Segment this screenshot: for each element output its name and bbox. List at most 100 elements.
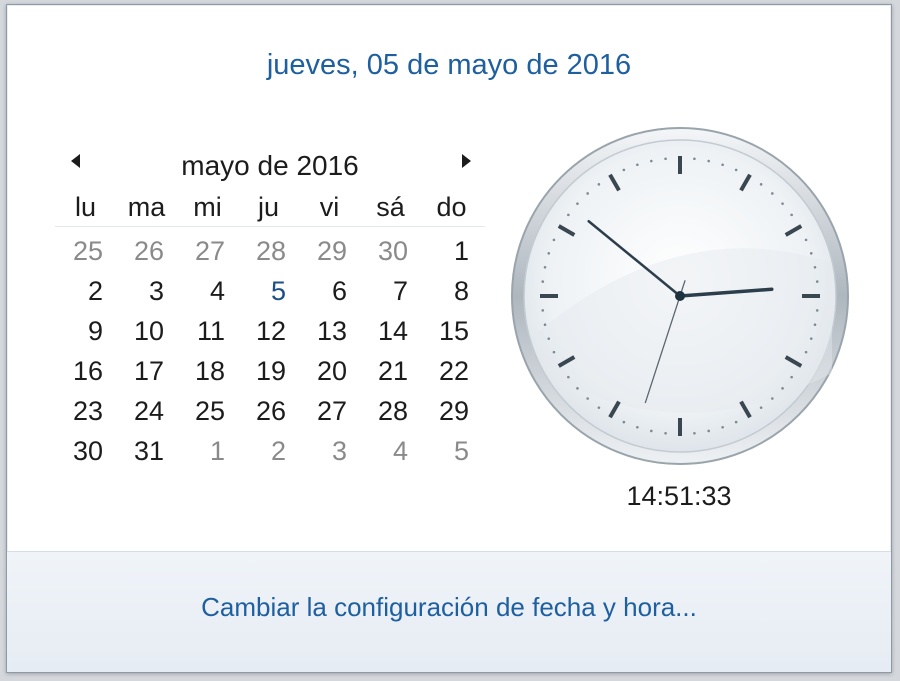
minute-dot [771, 397, 774, 400]
calendar-day[interactable]: 25 [177, 391, 238, 431]
minute-dot [650, 429, 653, 433]
calendar-day[interactable]: 10 [116, 311, 177, 351]
month-calendar: mayo de 2016 lu ma mi ju vi sá do 25 26 27 28 29 30… [55, 140, 485, 471]
minute-dot [813, 323, 817, 326]
minute-dot [636, 163, 639, 167]
minute-dot [790, 375, 793, 379]
analog-clock [511, 127, 849, 465]
next-month-button[interactable] [455, 150, 477, 172]
minute-dot [586, 397, 589, 400]
calendar-day[interactable]: 21 [360, 351, 421, 391]
calendar-day[interactable]: 18 [177, 351, 238, 391]
calendar-day[interactable]: 4 [177, 271, 238, 311]
minute-dot [707, 429, 710, 433]
minute-dot [693, 431, 696, 435]
calendar-day[interactable]: 26 [238, 391, 299, 431]
month-title[interactable]: mayo de 2016 [55, 150, 485, 182]
calendar-day[interactable]: 28 [360, 391, 421, 431]
date-time-flyout: jueves, 05 de mayo de 2016 mayo de 2016 … [6, 4, 892, 673]
minute-dot [781, 387, 784, 390]
minute-dot [567, 213, 570, 217]
calendar-day[interactable]: 29 [421, 391, 482, 431]
calendar-day[interactable]: 3 [299, 431, 360, 471]
minute-dot [804, 350, 808, 354]
calendar-day-today[interactable]: 5 [238, 271, 299, 311]
calendar-day[interactable]: 2 [55, 271, 116, 311]
calendar-day[interactable]: 6 [299, 271, 360, 311]
calendar-day[interactable]: 16 [55, 351, 116, 391]
minute-dot [815, 280, 819, 283]
calendar-day[interactable]: 13 [299, 311, 360, 351]
weekday-label: do [436, 192, 467, 222]
calendar-day[interactable]: 27 [177, 231, 238, 271]
calendar-day[interactable]: 15 [421, 311, 482, 351]
minute-dot [790, 213, 793, 217]
minute-dot [547, 337, 551, 340]
minute-dot [636, 425, 639, 429]
calendar-day[interactable]: 7 [360, 271, 421, 311]
minute-dot [734, 168, 738, 172]
calendar-day[interactable]: 14 [360, 311, 421, 351]
calendar-day[interactable]: 5 [421, 431, 482, 471]
calendar-day[interactable]: 1 [421, 231, 482, 271]
calendar-day[interactable]: 27 [299, 391, 360, 431]
minute-dot [809, 252, 813, 255]
calendar-day[interactable]: 1 [177, 431, 238, 471]
minute-dot [771, 192, 774, 195]
minute-dot [734, 420, 738, 424]
calendar-day[interactable]: 30 [360, 231, 421, 271]
minute-dot [552, 350, 556, 354]
minute-dot [541, 309, 545, 312]
weekday-label: lu [74, 192, 96, 222]
triangle-right-icon [462, 154, 471, 168]
calendar-day[interactable]: 19 [238, 351, 299, 391]
calendar-day-grid: 25 26 27 28 29 30 1 2 3 4 5 6 7 8 9 10 11 12 13 14 15 16 17 18 1… [55, 231, 482, 471]
minute-dot [664, 431, 667, 435]
calendar-day[interactable]: 2 [238, 431, 299, 471]
calendar-day[interactable]: 26 [116, 231, 177, 271]
minute-dot [813, 266, 817, 269]
weekday-label: sá [376, 192, 405, 222]
calendar-day[interactable]: 25 [55, 231, 116, 271]
minute-dot [597, 183, 601, 186]
minute-dot [543, 266, 547, 269]
digital-time: 14:51:33 [626, 481, 732, 511]
weekday-header-row: lu ma mi ju vi sá do [55, 188, 485, 227]
calendar-day[interactable]: 28 [238, 231, 299, 271]
minute-dot [693, 157, 696, 161]
calendar-day[interactable]: 22 [421, 351, 482, 391]
minute-dot [547, 252, 551, 255]
weekday-label: mi [193, 192, 222, 222]
change-datetime-settings-link[interactable]: Cambiar la configuración de fecha y hora… [7, 592, 891, 623]
calendar-day[interactable]: 11 [177, 311, 238, 351]
minute-dot [781, 202, 784, 205]
calendar-day[interactable]: 8 [421, 271, 482, 311]
minute-dot [707, 159, 710, 163]
minute-dot [622, 168, 626, 172]
calendar-day[interactable]: 4 [360, 431, 421, 471]
calendar-day[interactable]: 31 [116, 431, 177, 471]
calendar-day[interactable]: 3 [116, 271, 177, 311]
minute-dot [721, 425, 724, 429]
minute-dot [815, 309, 819, 312]
minute-dot [622, 420, 626, 424]
weekday-label: vi [319, 192, 340, 222]
calendar-day[interactable]: 23 [55, 391, 116, 431]
minute-dot [597, 406, 601, 409]
footer-bar: Cambiar la configuración de fecha y hora… [7, 551, 891, 672]
calendar-day[interactable]: 17 [116, 351, 177, 391]
minute-dot [650, 159, 653, 163]
calendar-day[interactable]: 9 [55, 311, 116, 351]
calendar-day[interactable]: 20 [299, 351, 360, 391]
minute-dot [541, 280, 545, 283]
calendar-day[interactable]: 29 [299, 231, 360, 271]
long-date-header[interactable]: jueves, 05 de mayo de 2016 [7, 49, 891, 82]
calendar-day[interactable]: 24 [116, 391, 177, 431]
clock-center [675, 291, 685, 301]
minute-dot [576, 202, 579, 205]
minute-dot [664, 157, 667, 161]
minute-dot [759, 406, 763, 409]
calendar-day[interactable]: 30 [55, 431, 116, 471]
minute-dot [721, 163, 724, 167]
calendar-day[interactable]: 12 [238, 311, 299, 351]
